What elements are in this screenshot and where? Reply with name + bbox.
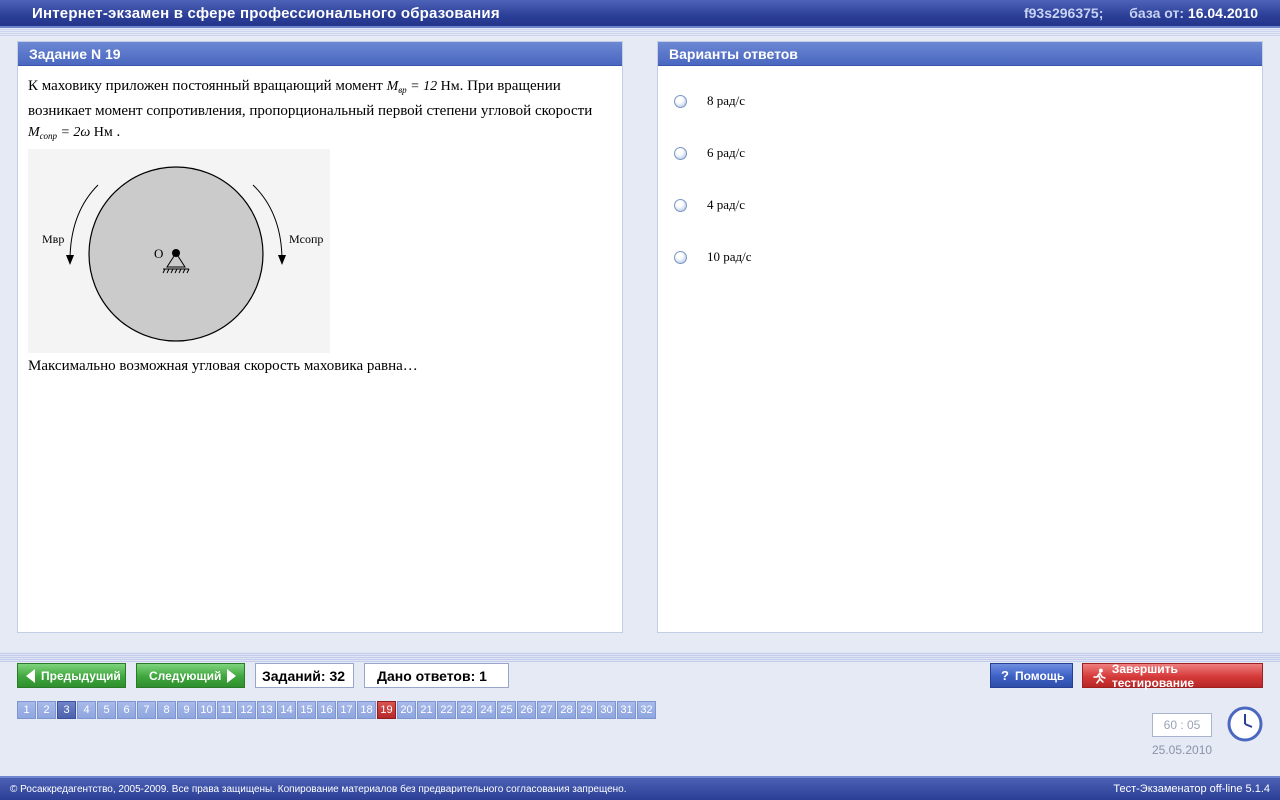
help-button[interactable]: ? Помощь	[990, 663, 1073, 688]
finish-button-label: Завершить тестирование	[1111, 661, 1195, 690]
answers-given: Дано ответов: 1	[364, 663, 509, 688]
page-button[interactable]: 2	[37, 701, 56, 719]
page-button[interactable]: 28	[557, 701, 576, 719]
page-button[interactable]: 1	[17, 701, 36, 719]
answer-option[interactable]: 8 рад/с	[674, 92, 1262, 144]
page-button[interactable]: 20	[397, 701, 416, 719]
answer-label: 10 рад/с	[707, 249, 752, 264]
page-button[interactable]: 31	[617, 701, 636, 719]
app-title: Интернет-экзамен в сфере профессионально…	[32, 5, 500, 22]
next-button-label: Следующий	[149, 668, 222, 683]
answer-label: 8 рад/с	[707, 93, 746, 108]
page-button[interactable]: 22	[437, 701, 456, 719]
page-button[interactable]: 16	[317, 701, 336, 719]
answer-list: 8 рад/с 6 рад/с 4 рад/с 10 рад/с	[658, 66, 1262, 300]
previous-button[interactable]: Предыдущий	[17, 663, 126, 688]
page-button[interactable]: 10	[197, 701, 216, 719]
label-torque-left: Mвр	[42, 232, 64, 246]
top-divider	[0, 28, 1280, 36]
page-button[interactable]: 30	[597, 701, 616, 719]
question-prompt: Максимально возможная угловая скорость м…	[28, 358, 418, 374]
question-icon: ?	[1001, 668, 1009, 683]
page-button[interactable]: 17	[337, 701, 356, 719]
next-button[interactable]: Следующий	[136, 663, 245, 688]
answers-heading: Варианты ответов	[658, 42, 1262, 66]
page-button[interactable]: 29	[577, 701, 596, 719]
page-button[interactable]: 14	[277, 701, 296, 719]
tasks-total: Заданий: 32	[255, 663, 354, 688]
radio-button[interactable]	[674, 251, 687, 264]
page-button[interactable]: 13	[257, 701, 276, 719]
finish-test-button[interactable]: Завершить тестирование	[1082, 661, 1263, 690]
question-body: К маховику приложен постоянный вращающий…	[18, 66, 622, 387]
page-button[interactable]: 21	[417, 701, 436, 719]
page-button[interactable]: 23	[457, 701, 476, 719]
bottom-divider	[0, 652, 1280, 662]
copyright-text: © Росаккредагентство, 2005-2009. Все пра…	[10, 784, 627, 795]
page-button[interactable]: 18	[357, 701, 376, 719]
page-button[interactable]: 25	[497, 701, 516, 719]
answer-option[interactable]: 4 рад/с	[674, 196, 1262, 248]
help-button-label: Помощь	[1014, 668, 1065, 683]
timer-display: 60 : 05	[1152, 713, 1212, 737]
question-panel: Задание N 19 К маховику приложен постоян…	[17, 41, 623, 633]
session-code: f93s296375;	[1023, 5, 1104, 21]
page-button[interactable]: 19	[377, 701, 396, 719]
answer-option[interactable]: 6 рад/с	[674, 144, 1262, 196]
question-text-1: К маховику приложен постоянный вращающий…	[28, 78, 387, 94]
page-button[interactable]: 8	[157, 701, 176, 719]
clock-icon	[1227, 706, 1263, 742]
page-button[interactable]: 4	[77, 701, 96, 719]
session-meta: f93s296375; база от: 16.04.2010	[1024, 5, 1258, 21]
current-date: 25.05.2010	[1152, 743, 1213, 757]
task-pager: 1 2 3 4 5 6 7 8 9 10 11 12 13 14 15 16 17 18 19 20 21 22 23 24 2…	[17, 701, 657, 719]
db-date: 16.04.2010	[1187, 5, 1258, 21]
previous-button-label: Предыдущий	[41, 668, 121, 683]
page-button[interactable]: 11	[217, 701, 236, 719]
page-button[interactable]: 6	[117, 701, 136, 719]
label-torque-right: Mсопр	[289, 232, 323, 246]
page-button[interactable]: 3	[57, 701, 76, 719]
footer: © Росаккредагентство, 2005-2009. Все пра…	[0, 776, 1280, 800]
page-button[interactable]: 12	[237, 701, 256, 719]
version-text: Тест-Экзаменатор off-line 5.1.4	[1113, 783, 1270, 795]
running-man-icon	[1093, 668, 1106, 684]
page-button[interactable]: 15	[297, 701, 316, 719]
page-button[interactable]: 27	[537, 701, 556, 719]
answer-label: 6 рад/с	[707, 145, 746, 160]
page-button[interactable]: 32	[637, 701, 656, 719]
question-heading: Задание N 19	[18, 42, 622, 66]
label-center: O	[154, 246, 163, 261]
triangle-right-icon	[227, 668, 237, 683]
db-label: база от:	[1129, 5, 1185, 21]
formula-torque: Mвр = 12 Нм	[386, 79, 460, 95]
formula-resistance: Mсопр = 2ω Нм	[28, 125, 113, 141]
answers-panel: Варианты ответов 8 рад/с 6 рад/с 4 рад/с…	[657, 41, 1263, 633]
answer-option[interactable]: 10 рад/с	[674, 248, 1262, 300]
title-bar: Интернет-экзамен в сфере профессионально…	[0, 0, 1280, 28]
page-button[interactable]: 7	[137, 701, 156, 719]
radio-button[interactable]	[674, 95, 687, 108]
page-button[interactable]: 24	[477, 701, 496, 719]
radio-button[interactable]	[674, 147, 687, 160]
answer-label: 4 рад/с	[707, 197, 746, 212]
page-button[interactable]: 9	[177, 701, 196, 719]
page-button[interactable]: 5	[97, 701, 116, 719]
flywheel-diagram: Mвр Mсопр O	[28, 149, 330, 353]
radio-button[interactable]	[674, 199, 687, 212]
triangle-left-icon	[26, 668, 35, 683]
page-button[interactable]: 26	[517, 701, 536, 719]
